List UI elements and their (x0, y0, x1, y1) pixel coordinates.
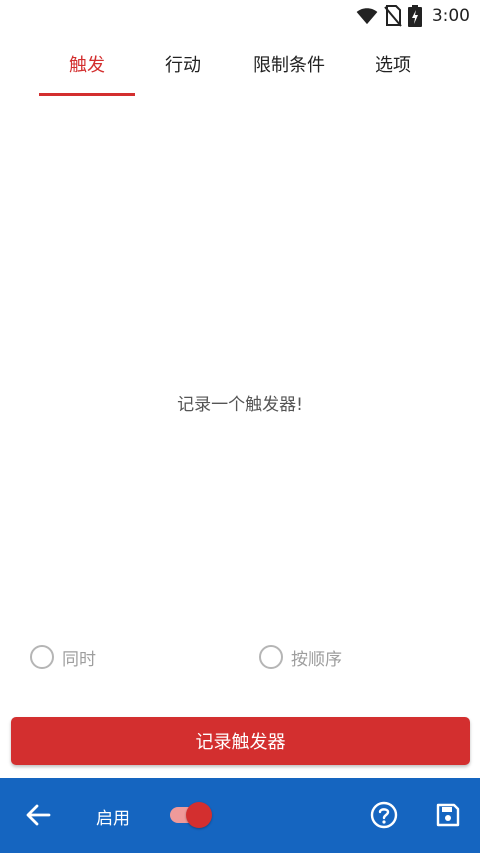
tab-actions[interactable]: 行动 (140, 32, 226, 96)
help-button[interactable] (364, 795, 404, 835)
radio-circle-icon (259, 645, 283, 669)
radio-label: 按顺序 (291, 649, 342, 670)
record-trigger-button[interactable]: 记录触发器 (11, 717, 470, 765)
no-sim-icon (384, 5, 402, 27)
enable-toggle[interactable] (168, 800, 214, 830)
battery-charging-icon (407, 5, 422, 27)
tab-triggers[interactable]: 触发 (39, 32, 135, 96)
empty-state-message: 记录一个触发器! (177, 395, 303, 415)
save-button[interactable] (428, 795, 468, 835)
tab-label: 限制条件 (253, 55, 325, 76)
save-icon (436, 803, 460, 827)
arrow-left-icon (26, 804, 51, 826)
tab-label: 行动 (165, 55, 201, 76)
toggle-thumb (186, 802, 212, 828)
back-button[interactable] (18, 795, 58, 835)
help-circle-icon (370, 801, 398, 829)
trigger-mode-radio-group: 同时 按顺序 (0, 640, 480, 674)
wifi-icon (356, 8, 378, 25)
enable-label: 启用 (96, 809, 130, 829)
tab-indicator (39, 93, 135, 96)
radio-label: 同时 (62, 649, 96, 670)
radio-in-order[interactable]: 按顺序 (259, 640, 342, 674)
record-trigger-label: 记录触发器 (195, 732, 286, 753)
tab-constraints[interactable]: 限制条件 (236, 32, 342, 96)
status-bar: 3:00 (0, 0, 480, 32)
status-time: 3:00 (431, 6, 470, 26)
tab-bar: 触发 行动 限制条件 选项 (0, 32, 480, 96)
radio-circle-icon (30, 645, 54, 669)
status-icons: 3:00 (356, 4, 470, 28)
radio-simultaneous[interactable]: 同时 (30, 640, 96, 674)
tab-label: 选项 (375, 55, 411, 76)
bottom-bar: 启用 (0, 778, 480, 853)
tab-label: 触发 (69, 55, 105, 76)
tab-options[interactable]: 选项 (352, 32, 434, 96)
